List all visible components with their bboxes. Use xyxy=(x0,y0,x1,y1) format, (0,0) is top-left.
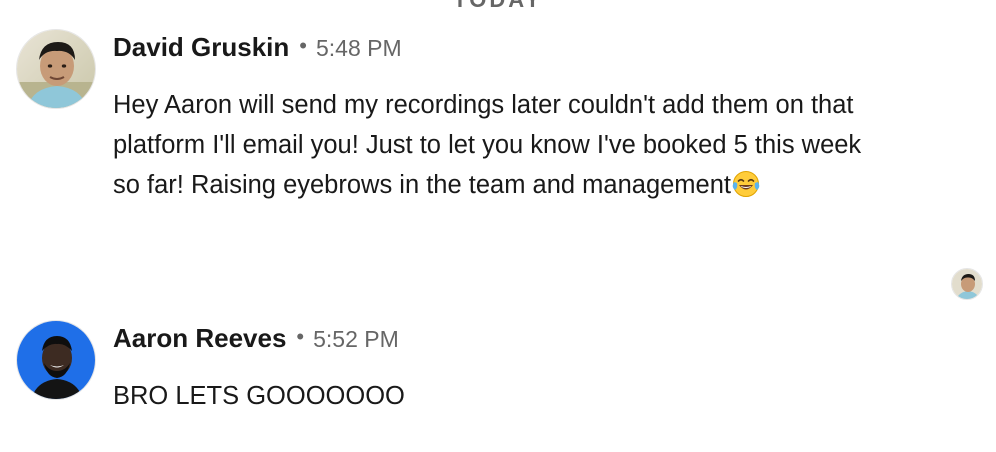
separator-dot: • xyxy=(299,33,307,58)
message-header: David Gruskin • 5:48 PM xyxy=(113,32,402,66)
message-timestamp: 5:48 PM xyxy=(315,35,402,61)
message-body: Hey Aaron will send my recordings later … xyxy=(113,85,893,205)
message-header: Aaron Reeves • 5:52 PM xyxy=(113,323,399,357)
avatar-aaron-reeves[interactable] xyxy=(16,320,96,400)
message-timestamp: 5:52 PM xyxy=(313,326,399,352)
separator-dot: • xyxy=(296,324,305,349)
message-item: Aaron Reeves • 5:52 PM BRO LETS GOOOOOOO xyxy=(0,300,996,440)
message-body: BRO LETS GOOOOOOO xyxy=(113,376,893,416)
message-text: BRO LETS GOOOOOOO xyxy=(113,382,405,410)
avatar-david-gruskin[interactable] xyxy=(16,29,96,109)
read-receipt-avatar xyxy=(951,268,983,300)
message-item: David Gruskin • 5:48 PM Hey Aaron will s… xyxy=(0,0,996,260)
face-with-tears-of-joy-icon xyxy=(732,170,760,198)
sender-name[interactable]: Aaron Reeves xyxy=(113,323,286,354)
sender-name[interactable]: David Gruskin xyxy=(113,32,289,63)
